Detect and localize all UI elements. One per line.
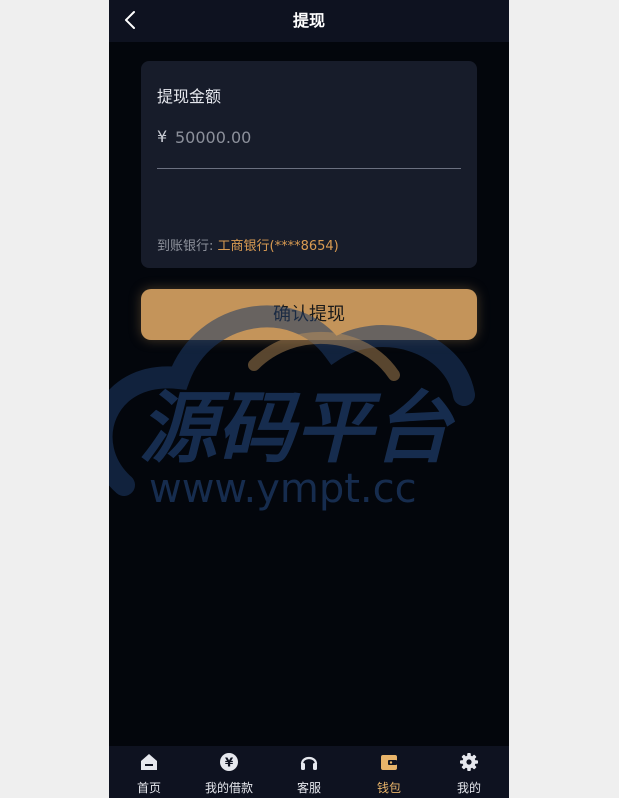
bank-value: 工商银行(****8654) (217, 239, 339, 254)
amount-underline (157, 168, 461, 169)
withdraw-card: 提现金额 ¥ 到账银行: 工商银行(****8654) (141, 61, 477, 268)
bank-info: 到账银行: 工商银行(****8654) (157, 235, 339, 254)
gear-icon (460, 753, 478, 771)
header-bar: 提现 (109, 0, 509, 42)
tab-profile[interactable]: 我的 (429, 746, 509, 798)
home-icon (141, 754, 157, 770)
tab-label: 我的借款 (204, 781, 253, 795)
tab-wallet[interactable]: 钱包 (349, 746, 429, 798)
svg-text:¥: ¥ (225, 756, 234, 770)
back-arrow-icon[interactable] (121, 10, 141, 30)
amount-label: 提现金额 (157, 87, 222, 106)
bank-label: 到账银行: (157, 239, 214, 254)
currency-symbol: ¥ (157, 127, 168, 146)
wallet-icon (381, 755, 397, 770)
confirm-withdraw-button[interactable]: 确认提现 (141, 289, 477, 340)
headset-icon (300, 756, 318, 770)
tab-label: 首页 (136, 781, 161, 795)
watermark-brand-text: 源码平台 (139, 384, 456, 474)
bottom-tab-bar: 首页 ¥ 我的借款 客服 钱包 我的 (109, 746, 509, 798)
page-title: 提现 (292, 11, 325, 30)
tab-label: 客服 (296, 781, 321, 795)
yen-coin-icon: ¥ (220, 753, 238, 771)
tab-label: 我的 (456, 781, 481, 795)
tab-my-loans[interactable]: ¥ 我的借款 (189, 746, 269, 798)
phone-screen: 提现 提现金额 ¥ 到账银行: 工商银行(****8654) 确认提现 源码平台… (109, 0, 509, 798)
tab-home[interactable]: 首页 (109, 746, 189, 798)
tab-customer-service[interactable]: 客服 (269, 746, 349, 798)
watermark-url-text: www.ympt.cc (149, 466, 417, 512)
tab-label: 钱包 (376, 781, 401, 795)
amount-input[interactable] (175, 125, 455, 149)
